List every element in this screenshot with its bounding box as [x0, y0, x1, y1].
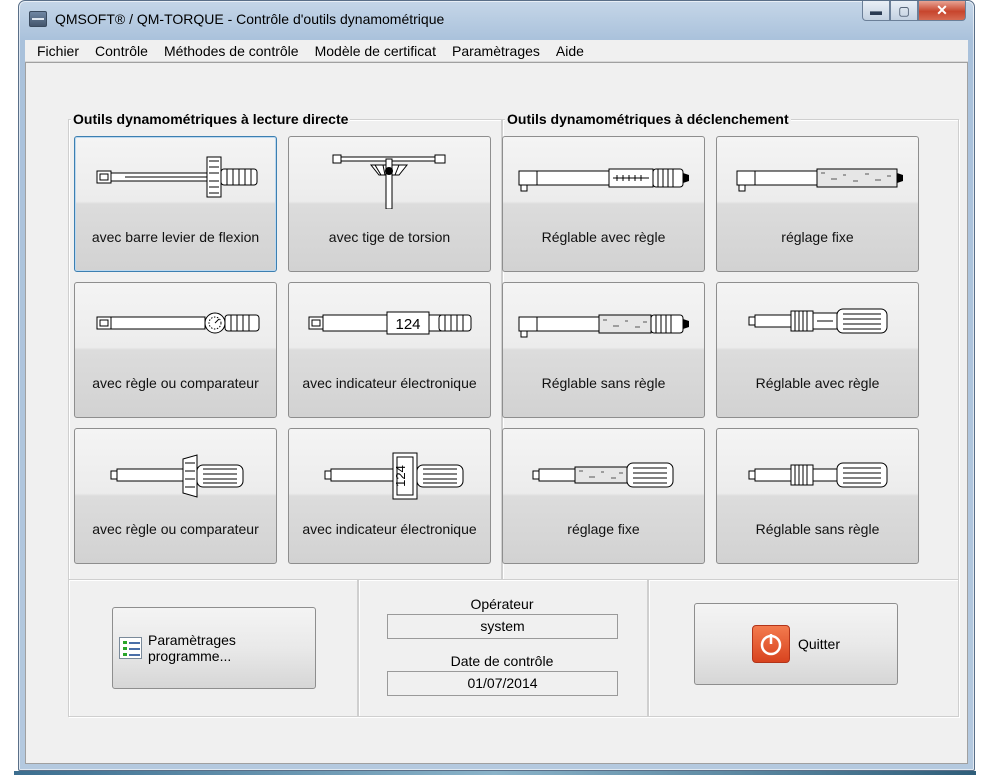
dial-wrench-icon [96, 312, 260, 334]
close-icon: ✕ [936, 2, 948, 18]
adjustable-wrench-icon [518, 314, 689, 338]
beam-wrench-button[interactable]: avec barre levier de flexion [74, 136, 277, 272]
program-settings-button[interactable]: Paramètrages programme... [112, 607, 316, 689]
adjustable-scale-wrench-button[interactable]: Réglable avec règle [502, 136, 705, 272]
fixed-screwdriver-button[interactable]: réglage fixe [502, 428, 705, 564]
check-date-label: Date de contrôle [450, 653, 554, 669]
minimize-icon: ▬ [870, 3, 882, 18]
fixed-wrench-icon [736, 168, 903, 192]
adjustable-scale-screwdriver-button[interactable]: Réglable avec règle [716, 282, 919, 418]
checklist-icon [119, 637, 142, 659]
tool-label: avec indicateur électronique [302, 375, 477, 391]
dial-wrench-button[interactable]: avec règle ou comparateur [74, 282, 277, 418]
app-icon [29, 11, 47, 27]
desktop-strip [14, 771, 976, 775]
tool-label: avec barre levier de flexion [91, 229, 260, 245]
tool-label: Réglable avec règle [755, 375, 880, 391]
menu-bar: Fichier Contrôle Méthodes de contrôle Mo… [25, 40, 968, 62]
minimize-button[interactable]: ▬ [862, 1, 890, 21]
maximize-button[interactable]: ▢ [890, 1, 918, 21]
window-title: QMSOFT® / QM-TORQUE - Contrôle d'outils … [55, 11, 445, 27]
adjustable-scale-screwdriver-icon [748, 308, 888, 334]
electronic-screwdriver-icon: 124 [324, 452, 464, 500]
dial-screwdriver-button[interactable]: avec règle ou comparateur [74, 428, 277, 564]
beam-wrench-icon [96, 156, 258, 198]
electronic-display: 124 [395, 316, 420, 333]
operator-label: Opérateur [470, 596, 534, 612]
check-date-field: 01/07/2014 [387, 671, 618, 696]
electronic-display: 124 [393, 465, 408, 487]
electronic-screwdriver-button[interactable]: 124 avec indicateur électronique [288, 428, 491, 564]
tool-label: avec règle ou comparateur [92, 375, 259, 391]
tool-label: Réglable avec règle [541, 229, 666, 245]
menu-methodes[interactable]: Méthodes de contrôle [156, 43, 307, 59]
menu-parametrages[interactable]: Paramètrages [444, 43, 548, 59]
direct-reading-group-title: Outils dynamométriques à lecture directe [71, 111, 351, 127]
title-bar[interactable]: QMSOFT® / QM-TORQUE - Contrôle d'outils … [19, 1, 974, 37]
adjustable-screwdriver-button[interactable]: Réglable sans règle [716, 428, 919, 564]
close-button[interactable]: ✕ [918, 1, 966, 21]
electronic-wrench-icon: 124 [308, 311, 472, 335]
menu-fichier[interactable]: Fichier [29, 43, 87, 59]
quit-button[interactable]: Quitter [694, 603, 898, 685]
tool-label: Réglable sans règle [755, 521, 880, 537]
tool-label: avec règle ou comparateur [92, 521, 259, 537]
menu-aide[interactable]: Aide [548, 43, 592, 59]
trigger-group-title: Outils dynamométriques à déclenchement [505, 111, 791, 127]
torsion-wrench-icon [332, 154, 446, 209]
quit-label: Quitter [797, 636, 840, 652]
operator-field: system [387, 614, 618, 639]
tool-label: Réglable sans règle [541, 375, 666, 391]
adjustable-screwdriver-icon [748, 462, 888, 488]
fixed-wrench-button[interactable]: réglage fixe [716, 136, 919, 272]
window-controls: ▬ ▢ ✕ [862, 1, 966, 23]
fixed-screwdriver-icon [532, 462, 674, 488]
app-window: QMSOFT® / QM-TORQUE - Contrôle d'outils … [18, 0, 975, 771]
adjustable-wrench-button[interactable]: Réglable sans règle [502, 282, 705, 418]
adjustable-scale-wrench-icon [518, 168, 689, 192]
tool-label: avec indicateur électronique [302, 521, 477, 537]
menu-controle[interactable]: Contrôle [87, 43, 156, 59]
electronic-wrench-button[interactable]: 124 avec indicateur électronique [288, 282, 491, 418]
torsion-wrench-button[interactable]: avec tige de torsion [288, 136, 491, 272]
maximize-icon: ▢ [898, 3, 910, 18]
tool-label: réglage fixe [567, 521, 640, 537]
tool-label: réglage fixe [781, 229, 854, 245]
program-settings-label: Paramètrages programme... [147, 632, 236, 664]
menu-modele-certificat[interactable]: Modèle de certificat [307, 43, 444, 59]
client-area: Outils dynamométriques à lecture directe… [25, 62, 968, 764]
dial-screwdriver-icon [110, 454, 244, 498]
power-icon [751, 625, 790, 663]
tool-label: avec tige de torsion [328, 229, 451, 245]
